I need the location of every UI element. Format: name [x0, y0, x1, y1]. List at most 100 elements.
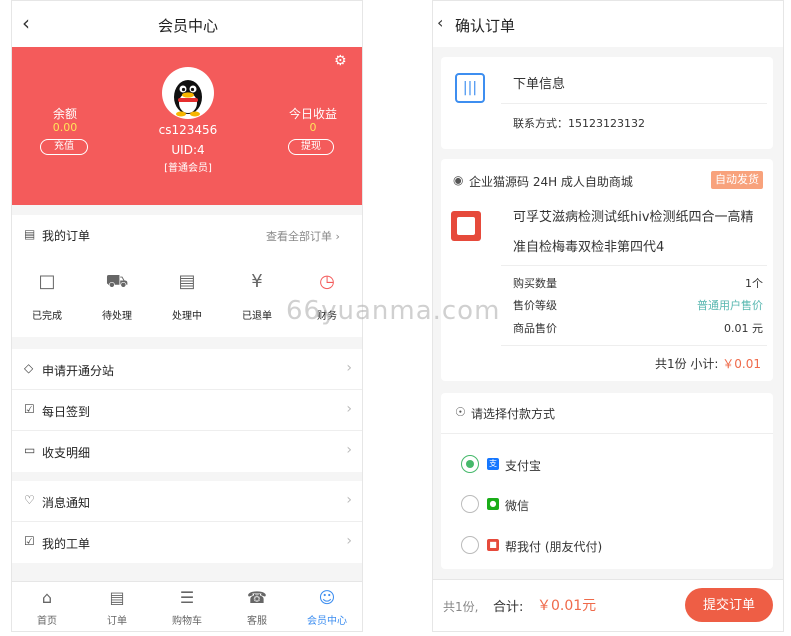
- chevron-right-icon: ›: [346, 492, 352, 508]
- tab-label: 购物车: [172, 616, 202, 627]
- radio[interactable]: [461, 536, 479, 554]
- order-info-card: ||| 下单信息 联系方式：15123123132: [441, 57, 773, 149]
- qq-penguin-icon: [174, 80, 202, 117]
- tab-label: 首页: [37, 616, 57, 627]
- truck-icon: ⛟: [105, 271, 129, 292]
- payment-option-label: 支付宝: [505, 459, 542, 473]
- profile-header: ⚙ cs123456 UID:4 [普通会员] 余额 0.00 充值 今日收益 …: [12, 47, 362, 205]
- subtotal-value: ￥0.01: [722, 357, 761, 371]
- radio[interactable]: [461, 495, 479, 513]
- clock-icon: ◷: [319, 271, 335, 292]
- subtotal: 共1份 小计: ￥0.01: [655, 355, 761, 372]
- top-bar: ‹ 确认订单: [433, 1, 783, 47]
- order-info-title: 下单信息: [513, 77, 566, 92]
- product-price-row: 商品售价 0.01 元: [513, 320, 763, 336]
- withdraw-button[interactable]: 提现: [288, 139, 334, 155]
- total-value: ￥0.01元: [537, 598, 597, 614]
- product-name: 可孚艾滋病检测试纸hiv检测纸四合一高精准自检梅毒双检非第四代4: [513, 210, 754, 255]
- box-icon: ▤: [178, 271, 196, 292]
- card-icon: ▭: [24, 443, 36, 457]
- balance-label: 余额: [52, 107, 77, 121]
- watermark: 66yuanma.com: [286, 296, 501, 326]
- tab-home[interactable]: ⌂ 首页: [12, 582, 82, 627]
- divider: [501, 103, 767, 104]
- order-status-processing[interactable]: ▤ 处理中: [152, 261, 222, 322]
- list-icon: ▤: [109, 588, 125, 607]
- orders-title: 我的订单: [42, 229, 91, 243]
- menu-item-label: 消息通知: [42, 496, 91, 510]
- total-quantity: 共1份,: [443, 600, 479, 614]
- product-card: ◉ 企业猫源码 24H 成人自助商城 自动发货 可孚艾滋病检测试纸hiv检测纸四…: [441, 159, 773, 381]
- menu-item-label: 收支明细: [42, 446, 91, 460]
- wechat-icon: ●: [487, 498, 499, 510]
- avatar[interactable]: [162, 67, 214, 119]
- divider: [501, 265, 767, 266]
- order-status-label: 待处理: [102, 311, 132, 322]
- gear-icon[interactable]: ⚙: [334, 53, 347, 69]
- view-all-orders-link[interactable]: 查看全部订单 ›: [266, 228, 340, 244]
- auto-delivery-badge: 自动发货: [711, 171, 763, 189]
- menu-item-tickets[interactable]: ☑ 我的工单 ›: [12, 522, 362, 563]
- store-icon: ◉: [453, 173, 464, 187]
- headset-icon: ☎: [247, 588, 267, 607]
- payment-option-label: 帮我付 (朋友代付): [505, 540, 603, 554]
- menu-item-daily-checkin[interactable]: ☑ 每日签到 ›: [12, 390, 362, 431]
- field-label: 购买数量: [513, 277, 557, 290]
- chevron-right-icon: ›: [346, 442, 352, 458]
- shield-check-icon: ☉: [455, 405, 466, 419]
- subtotal-label: 共1份 小计:: [654, 357, 719, 371]
- tab-member-center[interactable]: ☺ 会员中心: [292, 582, 362, 627]
- order-status-label: 处理中: [172, 311, 202, 322]
- menu-item-transactions[interactable]: ▭ 收支明细 ›: [12, 431, 362, 472]
- page-title: 确认订单: [455, 17, 516, 35]
- member-level: [普通会员]: [164, 163, 212, 174]
- income-label: 今日收益: [288, 107, 337, 121]
- checkbox-icon: ☑: [24, 402, 35, 416]
- friend-pay-icon: ■: [487, 539, 499, 551]
- payment-option-label: 微信: [505, 499, 530, 513]
- order-status-refunded[interactable]: ¥ 已退单: [222, 261, 292, 322]
- cart-icon: ☰: [179, 588, 195, 607]
- radio-selected[interactable]: [461, 455, 479, 473]
- order-footer: 共1份, 合计: ￥0.01元 提交订单: [433, 579, 783, 631]
- bottom-tab-bar: ⌂ 首页 ▤ 订单 ☰ 购物车 ☎ 客服 ☺ 会员中心: [12, 581, 362, 631]
- quantity-row: 购买数量 1个: [513, 275, 763, 291]
- tab-orders[interactable]: ▤ 订单: [82, 582, 152, 627]
- chevron-left-icon[interactable]: ‹: [437, 13, 443, 32]
- divider: [501, 345, 767, 346]
- payment-card: ☉ 请选择付款方式 支 支付宝 ● 微信 ■ 帮我付 (朋友代付): [441, 393, 773, 569]
- total-label: 合计:: [493, 600, 524, 615]
- submit-order-button[interactable]: 提交订单: [685, 588, 773, 622]
- price-level-row: 售价等级 普通用户售价: [513, 297, 763, 313]
- field-label: 商品售价: [513, 322, 557, 335]
- menu-item-label: 我的工单: [42, 537, 91, 551]
- yen-circle-icon: ¥: [251, 271, 263, 292]
- order-status-label: 已完成: [32, 311, 62, 322]
- menu-item-apply-substation[interactable]: ◇ 申请开通分站 ›: [12, 349, 362, 390]
- field-value: 普通用户售价: [697, 299, 763, 312]
- bell-icon: ♡: [24, 493, 35, 507]
- menu-item-notifications[interactable]: ♡ 消息通知 ›: [12, 481, 362, 522]
- order-status-pending[interactable]: ⛟ 待处理: [82, 261, 152, 322]
- tab-support[interactable]: ☎ 客服: [222, 582, 292, 627]
- tab-label: 客服: [247, 616, 267, 627]
- page-title: 会员中心: [157, 17, 218, 35]
- field-value: 0.01 元: [724, 322, 763, 335]
- field-value: 1个: [745, 277, 763, 290]
- scan-icon: |||: [455, 73, 485, 103]
- diamond-icon: ◇: [24, 361, 34, 375]
- list-icon: ▤: [24, 227, 36, 241]
- order-status-label: 已退单: [242, 311, 272, 322]
- tab-cart[interactable]: ☰ 购物车: [152, 582, 222, 627]
- tab-label: 订单: [107, 616, 127, 627]
- field-label: 售价等级: [513, 299, 557, 312]
- checkbox-outline-icon: ☑: [24, 534, 35, 548]
- home-icon: ⌂: [41, 588, 53, 607]
- menu-group-2: ♡ 消息通知 › ☑ 我的工单 ›: [12, 481, 362, 563]
- recharge-button[interactable]: 充值: [40, 139, 88, 155]
- contact-info: 联系方式：15123123132: [513, 117, 645, 130]
- chevron-right-icon: ›: [346, 360, 352, 376]
- user-icon: ☺: [318, 588, 336, 607]
- order-status-completed[interactable]: □ 已完成: [12, 261, 82, 322]
- store-name: 企业猫源码 24H 成人自助商城: [469, 175, 633, 189]
